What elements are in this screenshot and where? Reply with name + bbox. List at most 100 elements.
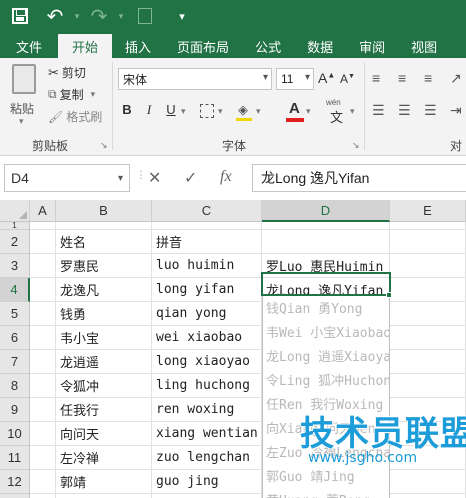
save-button[interactable]: [0, 0, 40, 32]
cell-b9[interactable]: 任我行: [56, 398, 152, 422]
font-size-combo[interactable]: 11 ▾: [276, 68, 314, 90]
fill-color-dropdown-icon[interactable]: ▾: [256, 106, 261, 117]
cell-a7[interactable]: [30, 350, 56, 374]
fill-handle[interactable]: [386, 292, 392, 298]
cell-c5[interactable]: qian yong: [152, 302, 262, 326]
cell-a11[interactable]: [30, 446, 56, 470]
font-name-combo[interactable]: 宋体 ▾: [118, 68, 272, 90]
tab-view[interactable]: 视图: [398, 34, 450, 58]
undo-dropdown[interactable]: ▾: [70, 0, 84, 32]
underline-button[interactable]: U: [162, 102, 180, 117]
font-color-dropdown-icon[interactable]: ▾: [306, 106, 311, 117]
bold-button[interactable]: B: [118, 102, 136, 117]
cell-a13[interactable]: [30, 494, 56, 498]
cell-b12[interactable]: 郭靖: [56, 470, 152, 494]
formula-input[interactable]: 龙Long 逸凡Yifan: [252, 164, 466, 192]
cell-b1[interactable]: [56, 222, 152, 230]
cell-b13[interactable]: 黄蓉: [56, 494, 152, 498]
cell-a4[interactable]: [30, 278, 56, 302]
cell-c8[interactable]: ling huchong: [152, 374, 262, 398]
orientation-button[interactable]: ↗: [450, 70, 462, 87]
column-header-c[interactable]: C: [152, 200, 262, 222]
cell-a3[interactable]: [30, 254, 56, 278]
row-header[interactable]: 12: [0, 470, 30, 494]
cell-b3[interactable]: 罗惠民: [56, 254, 152, 278]
select-all-corner[interactable]: [0, 200, 30, 222]
borders-dropdown-icon[interactable]: ▾: [218, 106, 223, 117]
tab-review[interactable]: 审阅: [346, 34, 398, 58]
tab-formulas[interactable]: 公式: [242, 34, 294, 58]
indent-button[interactable]: ⇥: [450, 102, 462, 119]
enter-icon[interactable]: ✓: [184, 168, 197, 188]
cell-e1[interactable]: [390, 222, 466, 230]
cell-e7[interactable]: [390, 350, 466, 374]
align-bottom-button[interactable]: ≡: [424, 70, 432, 86]
cell-e5[interactable]: [390, 302, 466, 326]
align-middle-button[interactable]: ≡: [398, 70, 406, 86]
cell-b5[interactable]: 钱勇: [56, 302, 152, 326]
undo-button[interactable]: ↶: [40, 0, 70, 32]
column-header-e[interactable]: E: [390, 200, 466, 222]
cell-e8[interactable]: [390, 374, 466, 398]
insert-function-icon[interactable]: fx: [220, 168, 232, 186]
cell-c11[interactable]: zuo lengchan: [152, 446, 262, 470]
column-header-d[interactable]: D: [262, 200, 390, 222]
row-header[interactable]: 9: [0, 398, 30, 422]
cell-b11[interactable]: 左冷禅: [56, 446, 152, 470]
clipboard-dialog-launcher-icon[interactable]: ↘: [100, 140, 108, 151]
copy-button[interactable]: ⧉ 复制 ▾: [48, 86, 95, 103]
borders-button[interactable]: [200, 104, 214, 123]
column-header-a[interactable]: A: [30, 200, 56, 222]
underline-dropdown-icon[interactable]: ▾: [181, 106, 186, 117]
redo-dropdown[interactable]: ▾: [114, 0, 128, 32]
fill-color-button[interactable]: ◈: [236, 102, 254, 122]
row-header[interactable]: 6: [0, 326, 30, 350]
align-left-button[interactable]: ☰: [372, 102, 385, 119]
tab-page-layout[interactable]: 页面布局: [164, 34, 242, 58]
cell-c10[interactable]: xiang wentian: [152, 422, 262, 446]
row-header[interactable]: 5: [0, 302, 30, 326]
cancel-icon[interactable]: ✕: [148, 168, 161, 188]
cell-e6[interactable]: [390, 326, 466, 350]
tab-home[interactable]: 开始: [58, 34, 113, 58]
tab-insert[interactable]: 插入: [112, 34, 164, 58]
cell-b7[interactable]: 龙逍遥: [56, 350, 152, 374]
row-header[interactable]: 10: [0, 422, 30, 446]
cell-b10[interactable]: 向问天: [56, 422, 152, 446]
font-color-button[interactable]: A: [286, 100, 304, 122]
name-box[interactable]: D4 ▾: [4, 164, 130, 192]
row-header[interactable]: 1: [0, 221, 30, 230]
row-header[interactable]: 7: [0, 350, 30, 374]
cell-c9[interactable]: ren woxing: [152, 398, 262, 422]
cell-c6[interactable]: wei xiaobao: [152, 326, 262, 350]
shrink-font-button[interactable]: A▼: [340, 72, 355, 86]
redo-button[interactable]: ↷: [84, 0, 114, 32]
cell-a6[interactable]: [30, 326, 56, 350]
row-header[interactable]: 4: [0, 278, 30, 302]
formula-bar-grip-icon[interactable]: ⋮: [136, 170, 146, 181]
cell-b4[interactable]: 龙逸凡: [56, 278, 152, 302]
cell-a1[interactable]: [30, 222, 56, 230]
cell-e3[interactable]: [390, 254, 466, 278]
italic-button[interactable]: I: [140, 102, 158, 118]
align-center-button[interactable]: ☰: [398, 102, 411, 119]
customize-quick-access-button[interactable]: ▾: [162, 0, 202, 32]
phonetic-button[interactable]: wén 文: [326, 98, 348, 125]
cell-b6[interactable]: 韦小宝: [56, 326, 152, 350]
align-top-button[interactable]: ≡: [372, 70, 380, 86]
row-header[interactable]: 2: [0, 230, 30, 254]
column-header-b[interactable]: B: [56, 200, 152, 222]
cell-c12[interactable]: guo jing: [152, 470, 262, 494]
cell-c13[interactable]: huang rong: [152, 494, 262, 498]
cell-a5[interactable]: [30, 302, 56, 326]
align-right-button[interactable]: ☰: [424, 102, 437, 119]
cut-button[interactable]: ✂ 剪切: [48, 64, 86, 81]
cell-e4[interactable]: [390, 278, 466, 302]
row-header[interactable]: 11: [0, 446, 30, 470]
cell-a2[interactable]: [30, 230, 56, 254]
row-header[interactable]: 8: [0, 374, 30, 398]
tab-data[interactable]: 数据: [294, 34, 346, 58]
quick-access-doc-button[interactable]: [128, 0, 162, 32]
cell-b2[interactable]: 姓名: [56, 230, 152, 254]
format-painter-button[interactable]: 🖌 格式刷: [48, 108, 102, 125]
